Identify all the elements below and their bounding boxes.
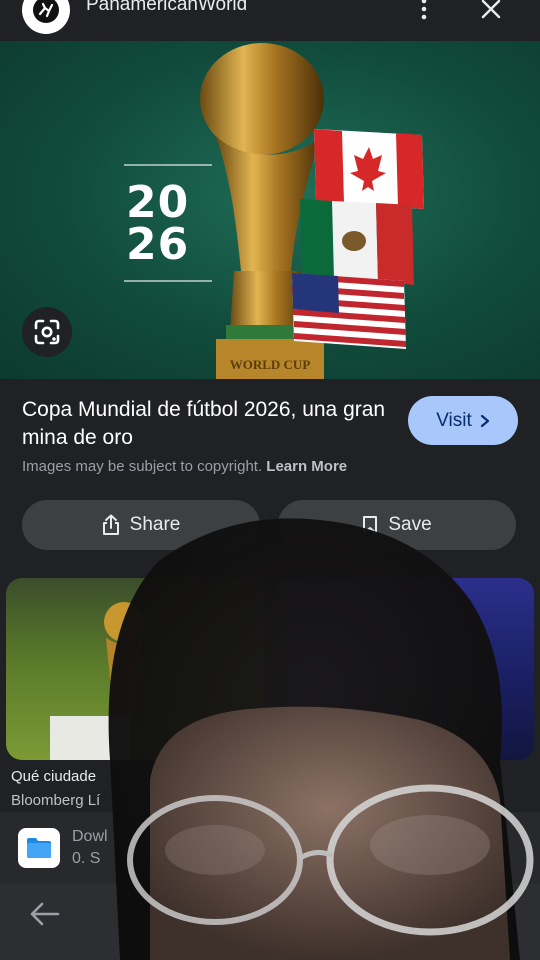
- share-label: Share: [129, 514, 181, 535]
- share-button[interactable]: Share: [22, 500, 260, 550]
- image-viewer-screen: PanamericanWorld 20 26 WORLD CUP Copa Mu…: [0, 0, 540, 960]
- google-lens-button[interactable]: [22, 307, 72, 357]
- mexico-flag-icon: [300, 199, 414, 285]
- related-trophy-thumbnail: [50, 602, 144, 760]
- related-image-card[interactable]: [6, 578, 264, 760]
- canada-flag-icon: [314, 129, 424, 209]
- site-name[interactable]: PanamericanWorld: [86, 0, 247, 16]
- chevron-right-icon: [480, 414, 489, 427]
- download-subtitle: 0. S: [72, 850, 101, 867]
- more-options-button[interactable]: [408, 0, 440, 24]
- close-icon: [481, 0, 501, 19]
- share-icon: [102, 514, 119, 535]
- result-title[interactable]: Copa Mundial de fútbol 2026, una gran mi…: [22, 396, 392, 452]
- top-bar: PanamericanWorld: [0, 0, 540, 40]
- google-lens-icon: [34, 319, 60, 345]
- download-notification[interactable]: [0, 812, 540, 884]
- copyright-notice: Images may be subject to copyright. Lear…: [22, 458, 347, 475]
- visit-button[interactable]: Visit: [408, 396, 518, 445]
- back-button[interactable]: [24, 894, 64, 934]
- copyright-text: Images may be subject to copyright.: [22, 458, 263, 475]
- learn-more-link[interactable]: Learn More: [266, 458, 347, 475]
- related-caption[interactable]: Qué ciudade: [11, 768, 96, 785]
- more-vert-icon: [421, 0, 427, 20]
- download-title: Dowl: [72, 828, 108, 845]
- related-image-card[interactable]: [276, 578, 534, 760]
- site-logo[interactable]: [22, 0, 70, 34]
- close-button[interactable]: [474, 0, 508, 26]
- host-flags-image: [292, 129, 424, 349]
- running-figure-logo-icon: [33, 0, 59, 23]
- visit-label: Visit: [436, 409, 472, 431]
- usa-flag-icon: [292, 273, 406, 349]
- related-source: Bloomberg Lí: [11, 792, 101, 809]
- save-button[interactable]: Save: [278, 500, 516, 550]
- arrow-back-icon: [30, 902, 60, 926]
- trophy-base-text: WORLD CUP: [230, 357, 311, 372]
- folder-icon: [27, 838, 51, 858]
- bookmark-icon: [363, 516, 378, 534]
- save-label: Save: [388, 514, 432, 535]
- files-app-icon: [18, 828, 60, 868]
- hero-image[interactable]: 20 26 WORLD CUP: [0, 41, 540, 379]
- bottom-navigation: [0, 884, 540, 960]
